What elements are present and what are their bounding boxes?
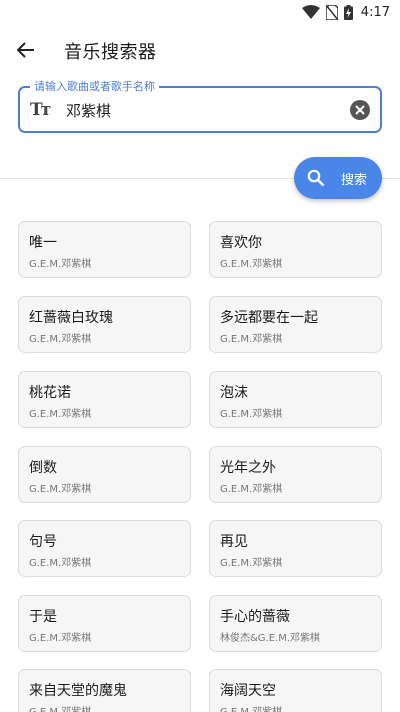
song-card[interactable]: 红蔷薇白玫瑰 G.E.M.邓紫棋 [18,296,191,353]
song-title: 于是 [29,609,57,625]
song-artist: G.E.M.邓紫棋 [29,484,92,495]
song-artist: G.E.M.邓紫棋 [29,259,92,270]
song-artist: G.E.M.邓紫棋 [220,259,283,270]
song-card[interactable]: 来自天堂的魔鬼 G.E.M.邓紫棋 [18,669,191,712]
song-artist: G.E.M.邓紫棋 [220,558,283,569]
song-card[interactable]: 于是 G.E.M.邓紫棋 [18,595,191,652]
app-bar: 音乐搜索器 [0,24,400,76]
song-artist: G.E.M.邓紫棋 [29,334,92,345]
song-artist: G.E.M.邓紫棋 [29,703,91,712]
song-title: 桃花诺 [29,385,71,401]
song-title: 来自天堂的魔鬼 [29,683,127,699]
song-card[interactable]: 手心的蔷薇 林俊杰&G.E.M.邓紫棋 [209,595,382,652]
clear-button[interactable] [350,100,370,120]
song-card[interactable]: 句号 G.E.M.邓紫棋 [18,520,191,577]
song-card[interactable]: 桃花诺 G.E.M.邓紫棋 [18,371,191,428]
song-artist: G.E.M.邓紫棋 [220,484,283,495]
song-title: 再见 [220,534,248,550]
song-card[interactable]: 再见 G.E.M.邓紫棋 [209,520,382,577]
song-title: 唯一 [29,235,57,251]
song-card[interactable]: 光年之外 G.E.M.邓紫棋 [209,446,382,503]
search-input[interactable]: 邓紫棋 [66,100,111,121]
song-card[interactable]: 唯一 G.E.M.邓紫棋 [18,221,191,278]
song-title: 海阔天空 [220,683,276,699]
song-card[interactable]: 海阔天空 G.E.M.邓紫棋 [209,669,382,712]
song-artist: G.E.M.邓紫棋 [220,334,283,345]
song-card[interactable]: 泡沫 G.E.M.邓紫棋 [209,371,382,428]
status-bar: 4:17 [0,0,400,24]
song-artist: 林俊杰&G.E.M.邓紫棋 [220,633,321,644]
song-title: 喜欢你 [220,235,262,251]
arrow-back-icon [17,42,34,58]
song-title: 倒数 [29,460,57,476]
song-card[interactable]: 喜欢你 G.E.M.邓紫棋 [209,221,382,278]
status-icons: 4:17 [301,3,390,21]
song-title: 红蔷薇白玫瑰 [29,310,113,326]
song-artist: G.E.M.邓紫棋 [220,409,283,420]
song-title: 泡沫 [220,385,248,401]
search-field-label: 请输入歌曲或者歌手名称 [30,79,159,95]
search-button-label: 搜索 [341,172,368,188]
song-artist: G.E.M.邓紫棋 [29,409,92,420]
status-time: 4:17 [360,4,390,20]
song-card[interactable]: 多远都要在一起 G.E.M.邓紫棋 [209,296,382,353]
song-artist: G.E.M.邓紫棋 [29,558,92,569]
close-icon [355,105,365,115]
song-card[interactable]: 倒数 G.E.M.邓紫棋 [18,446,191,503]
song-title: 句号 [29,534,57,550]
song-title: 多远都要在一起 [220,310,318,326]
search-icon [307,169,325,187]
search-button[interactable]: 搜索 [294,157,382,199]
text-fields-icon: Tт [30,100,51,120]
song-artist: G.E.M.邓紫棋 [220,703,282,712]
search-field[interactable]: 请输入歌曲或者歌手名称 Tт 邓紫棋 [18,79,382,133]
no-sim-icon [325,4,338,20]
song-artist: G.E.M.邓紫棋 [29,633,92,644]
song-title: 手心的蔷薇 [220,609,290,625]
battery-charging-icon [343,4,353,20]
wifi-icon [301,5,320,19]
page-title: 音乐搜索器 [64,42,157,63]
song-title: 光年之外 [220,460,276,476]
back-button[interactable] [12,36,40,64]
